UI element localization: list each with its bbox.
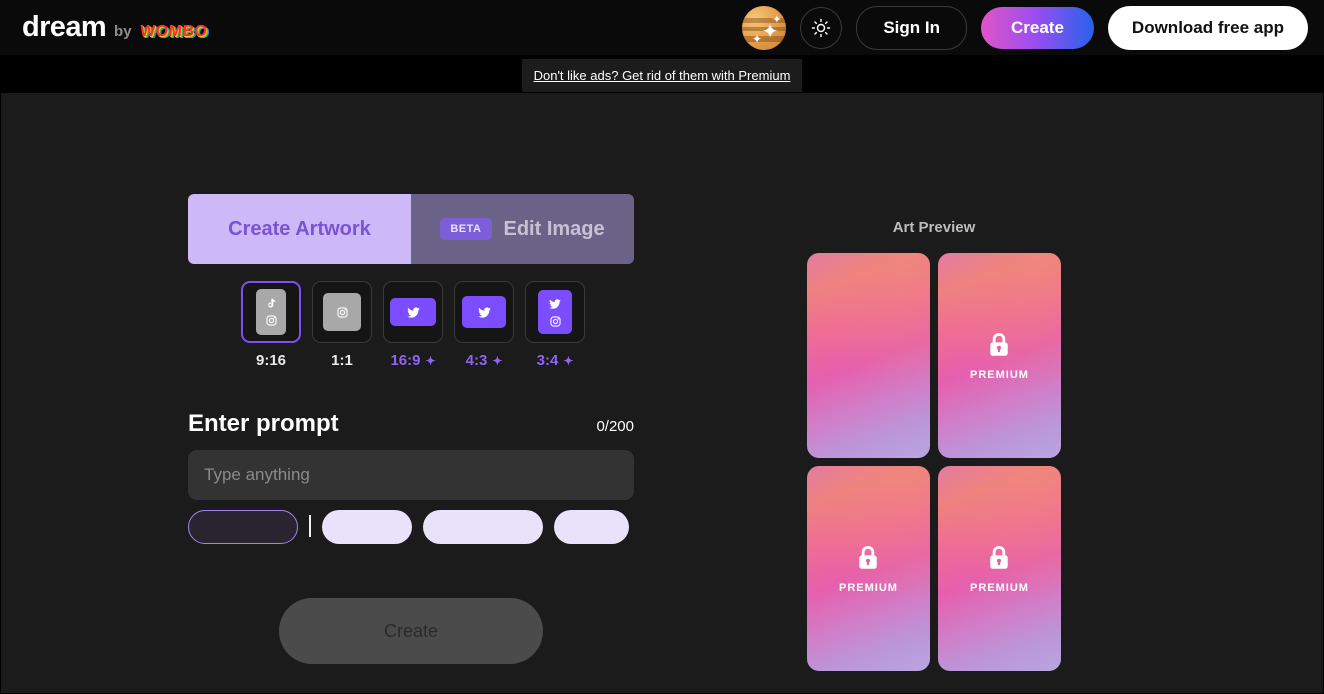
- brand-by-text: by: [114, 23, 132, 40]
- theme-toggle-button[interactable]: [800, 6, 843, 49]
- ratio-label-3-4: 3:4 ✦: [525, 352, 585, 369]
- ratio-label-text: 3:4: [536, 352, 559, 369]
- style-chip-selected[interactable]: [188, 510, 298, 544]
- text-caret: [309, 515, 311, 537]
- ratio-tile-1-1: [312, 281, 372, 343]
- ratio-tile-3-4: [525, 281, 585, 343]
- instagram-icon: [265, 315, 277, 326]
- instagram-icon: [549, 315, 561, 327]
- creator-panel: Create Artwork BETA Edit Image 9:16 1:1 …: [188, 194, 634, 544]
- ratio-option-9-16[interactable]: 9:16: [241, 281, 301, 369]
- sparkle-icon: ✦: [772, 14, 782, 27]
- header-actions: ✦ ✦ ✦ Sign In Create Download free app: [742, 5, 1308, 50]
- prompt-header: Enter prompt 0/200: [188, 410, 634, 438]
- header-create-button[interactable]: Create: [981, 6, 1094, 49]
- art-preview-card-free[interactable]: [807, 253, 930, 458]
- ratio-option-3-4[interactable]: 3:4 ✦: [525, 281, 585, 369]
- beta-badge: BETA: [440, 218, 492, 240]
- ratio-label-text: 4:3: [465, 352, 488, 369]
- tab-edit-image[interactable]: BETA Edit Image: [411, 194, 634, 264]
- ratio-tile-16-9: [383, 281, 443, 343]
- art-preview-card-premium[interactable]: PREMIUM: [938, 466, 1061, 671]
- ratio-label-1-1: 1:1: [312, 352, 372, 369]
- premium-sparkle-icon: ✦: [425, 353, 436, 368]
- ratio-option-1-1[interactable]: 1:1: [312, 281, 372, 369]
- twitter-icon: [549, 298, 561, 309]
- brand-name: dream: [22, 11, 107, 43]
- ratio-label-9-16: 9:16: [241, 352, 301, 369]
- premium-sparkle-icon: ✦: [492, 353, 503, 368]
- ratio-option-4-3[interactable]: 4:3 ✦: [454, 281, 514, 369]
- prompt-title: Enter prompt: [188, 410, 339, 437]
- sun-icon: [812, 18, 831, 37]
- art-preview-card-premium[interactable]: PREMIUM: [807, 466, 930, 671]
- mode-tabs: Create Artwork BETA Edit Image: [188, 194, 634, 264]
- ratio-tile-4-3: [454, 281, 514, 343]
- lock-icon: [990, 332, 1009, 356]
- premium-lock-group: PREMIUM: [839, 544, 898, 594]
- tiktok-icon: [267, 298, 275, 308]
- ratio-swatch: [538, 290, 572, 334]
- sign-in-button[interactable]: Sign In: [856, 5, 967, 50]
- art-preview-panel: Art Preview PREMIUM PREMIUM PREMIUM: [807, 219, 1061, 671]
- ratio-swatch: [390, 298, 436, 326]
- ratio-label-16-9: 16:9 ✦: [383, 352, 443, 369]
- dream-wombo-app: dream by WOMBO ✦ ✦ ✦ Sign In Create Down…: [0, 0, 1324, 694]
- tab-edit-image-label: Edit Image: [503, 217, 605, 240]
- brand-logo[interactable]: dream by WOMBO: [22, 11, 208, 43]
- premium-ad-banner[interactable]: Don't like ads? Get rid of them with Pre…: [522, 59, 802, 92]
- ratio-tile-9-16: [241, 281, 301, 343]
- premium-lock-group: PREMIUM: [970, 544, 1029, 594]
- style-chip[interactable]: [423, 510, 543, 544]
- lock-icon: [990, 545, 1009, 569]
- create-artwork-button[interactable]: Create: [279, 598, 543, 664]
- app-header: dream by WOMBO ✦ ✦ ✦ Sign In Create Down…: [0, 0, 1324, 55]
- twitter-icon: [477, 306, 491, 318]
- premium-label: PREMIUM: [839, 581, 898, 594]
- prompt-input[interactable]: [188, 450, 634, 500]
- brand-partner-wombo: WOMBO: [139, 23, 208, 40]
- premium-label: PREMIUM: [970, 368, 1029, 381]
- art-preview-title: Art Preview: [892, 219, 976, 236]
- style-chip[interactable]: [322, 510, 412, 544]
- prompt-char-counter: 0/200: [596, 418, 634, 435]
- lock-icon: [859, 545, 878, 569]
- twitter-icon: [406, 306, 420, 318]
- art-preview-card-premium[interactable]: PREMIUM: [938, 253, 1061, 458]
- style-chip[interactable]: [554, 510, 629, 544]
- ratio-swatch: [323, 293, 361, 331]
- tab-create-artwork-label: Create Artwork: [228, 217, 371, 240]
- ratio-label-4-3: 4:3 ✦: [454, 352, 514, 369]
- instagram-icon: [336, 306, 348, 318]
- download-free-app-button[interactable]: Download free app: [1107, 5, 1308, 50]
- ratio-option-16-9[interactable]: 16:9 ✦: [383, 281, 443, 369]
- style-chips-row: [188, 510, 634, 544]
- sparkle-icon: ✦: [752, 31, 763, 46]
- premium-ad-banner-link[interactable]: Don't like ads? Get rid of them with Pre…: [534, 68, 791, 83]
- page-body: Create Artwork BETA Edit Image 9:16 1:1 …: [1, 56, 1323, 693]
- ratio-label-text: 1:1: [331, 352, 353, 369]
- aspect-ratio-selector: 9:16 1:1 16:9 ✦ 4:3 ✦ 3:4 ✦: [241, 281, 634, 369]
- ratio-label-text: 16:9: [390, 352, 421, 369]
- premium-lock-group: PREMIUM: [970, 331, 1029, 381]
- premium-sparkle-icon: ✦: [563, 353, 574, 368]
- ratio-label-text: 9:16: [255, 352, 287, 369]
- ratio-swatch: [462, 296, 506, 328]
- art-preview-grid: PREMIUM PREMIUM PREMIUM: [807, 253, 1061, 671]
- sparkle-planet-avatar-icon[interactable]: ✦ ✦ ✦: [742, 5, 787, 50]
- tab-create-artwork[interactable]: Create Artwork: [188, 194, 411, 264]
- premium-label: PREMIUM: [970, 581, 1029, 594]
- card-tint: [807, 253, 930, 458]
- ratio-swatch: [256, 289, 286, 335]
